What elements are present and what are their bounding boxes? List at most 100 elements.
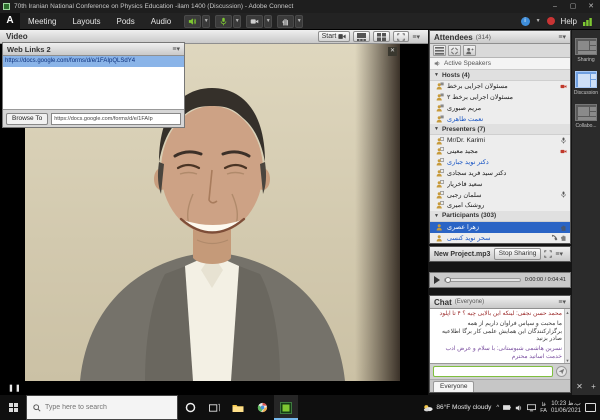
- speaker-button[interactable]: [184, 15, 201, 28]
- chat-input[interactable]: [433, 366, 553, 377]
- raise-hand-caret[interactable]: ▼: [295, 15, 303, 28]
- tab-everyone[interactable]: Everyone: [433, 381, 474, 392]
- taskbar-app-opera[interactable]: [178, 395, 202, 420]
- attendee-row[interactable]: Mr/Dr. Karimi: [430, 135, 570, 146]
- chat-pod-menu[interactable]: ≡▾: [558, 298, 570, 306]
- player-time: 0:00:00 / 0:04:41: [525, 277, 566, 283]
- taskbar-app-chrome[interactable]: [250, 395, 274, 420]
- breakout-view-button[interactable]: [448, 45, 461, 56]
- taskbar-app-connect[interactable]: [274, 395, 298, 420]
- minimize-button[interactable]: –: [546, 0, 564, 13]
- grid-view-button[interactable]: [373, 31, 390, 42]
- attendee-row[interactable]: دکتر نوید جباری: [430, 157, 570, 168]
- taskbar-weather[interactable]: 86°F Mostly cloudy: [423, 404, 491, 412]
- attendee-row[interactable]: مجید معینی: [430, 146, 570, 157]
- attendee-status-button[interactable]: [463, 45, 476, 56]
- weblinks-pod-menu[interactable]: ≡▾: [172, 45, 184, 53]
- video-pause-icon[interactable]: ❚❚: [8, 384, 22, 392]
- layout-item-sharing[interactable]: Sharing: [572, 38, 600, 63]
- chat-scope: (Everyone): [455, 299, 484, 305]
- attendee-group-header[interactable]: ▼Presenters (7): [430, 124, 570, 135]
- system-tray: ^ فا FA 10:23 ب.ظ 01/06/2021: [496, 401, 596, 415]
- video-pod-menu[interactable]: ≡▾: [412, 33, 424, 41]
- attendee-row[interactable]: نعمت طاهری: [430, 113, 570, 124]
- layout-item-collabo[interactable]: Collabo...: [572, 104, 600, 129]
- menu-layouts[interactable]: Layouts: [64, 17, 108, 26]
- network-display-icon[interactable]: [527, 404, 536, 412]
- taskbar-app-explorer[interactable]: [226, 395, 250, 420]
- menu-pods[interactable]: Pods: [109, 17, 143, 26]
- chat-message: ما محبت و سپاس فراوان داریم از همه برگزا…: [433, 321, 562, 344]
- volume-icon[interactable]: [515, 404, 523, 412]
- microphone-caret[interactable]: ▼: [233, 15, 241, 28]
- tray-expand-icon[interactable]: ^: [496, 405, 499, 411]
- close-button[interactable]: ✕: [582, 0, 600, 13]
- start-button[interactable]: [0, 395, 26, 420]
- taskbar-clock[interactable]: 10:23 ب.ظ 01/06/2021: [551, 401, 581, 415]
- layout-close-icon[interactable]: ✕: [576, 382, 583, 391]
- attendee-role-icon: [436, 158, 444, 166]
- maximize-button[interactable]: ▢: [564, 0, 582, 13]
- webcam-button[interactable]: [246, 15, 263, 28]
- language-top: فا: [540, 402, 547, 408]
- attendee-row[interactable]: زهرا عصری: [430, 222, 570, 233]
- attendee-group-header[interactable]: ▼Participants (303): [430, 211, 570, 222]
- connect-app-icon: [280, 402, 292, 414]
- attendees-pod-menu[interactable]: ≡▾: [558, 33, 570, 41]
- play-button[interactable]: [434, 276, 440, 284]
- attendee-row[interactable]: دکتر سید فرید سجادی: [430, 168, 570, 179]
- layout-thumbnail[interactable]: [575, 104, 597, 121]
- chat-scrollbar[interactable]: ▲▼: [564, 309, 570, 364]
- layout-thumbnail[interactable]: [575, 38, 597, 55]
- fullscreen-button[interactable]: [393, 31, 409, 42]
- attendee-row[interactable]: مسئولان اجرایی برخط ۲: [430, 92, 570, 103]
- seek-thumb[interactable]: [445, 277, 451, 283]
- status-caret-icon[interactable]: ▼: [536, 18, 541, 24]
- attendee-row[interactable]: سحر نوید کنسی: [430, 233, 570, 244]
- speaker-caret[interactable]: ▼: [202, 15, 210, 28]
- url-field[interactable]: https://docs.google.com/forms/d/e/1FAIp: [51, 113, 181, 125]
- layout-item-discussion[interactable]: Discussion: [572, 71, 600, 96]
- share-fullscreen-icon[interactable]: [544, 250, 552, 258]
- search-input[interactable]: [45, 404, 165, 411]
- active-speakers-row[interactable]: Active Speakers: [430, 58, 570, 70]
- attendee-name: سلمان رجبی: [447, 191, 557, 199]
- seek-bar[interactable]: [444, 278, 521, 282]
- share-pod-header: New Project.mp3 Stop Sharing ≡▾: [429, 246, 571, 262]
- help-menu[interactable]: Help: [561, 17, 577, 26]
- attendee-row[interactable]: روشنک امیری: [430, 200, 570, 211]
- raise-hand-button[interactable]: [277, 15, 294, 28]
- connection-strength-icon[interactable]: [583, 16, 594, 26]
- action-center-icon[interactable]: [585, 403, 596, 412]
- video-close-icon[interactable]: ✕: [388, 47, 397, 56]
- layout-thumbnail[interactable]: [575, 71, 597, 88]
- scroll-down-icon[interactable]: ▼: [566, 357, 570, 365]
- browse-to-button[interactable]: Browse To: [6, 113, 48, 125]
- attendee-row[interactable]: مسئولان اجرایی برخط: [430, 81, 570, 92]
- active-speaker-icon: [434, 60, 441, 67]
- layout-add-icon[interactable]: +: [591, 382, 596, 391]
- menu-meeting[interactable]: Meeting: [20, 17, 64, 26]
- status-icon[interactable]: i: [521, 17, 530, 26]
- chat-send-button[interactable]: [556, 366, 567, 377]
- share-pod-menu[interactable]: ≡▾: [555, 250, 567, 258]
- attendee-row[interactable]: مریم صبوری: [430, 103, 570, 114]
- start-webcam-button[interactable]: Start: [318, 31, 351, 42]
- webcam-caret[interactable]: ▼: [264, 15, 272, 28]
- microphone-button[interactable]: [215, 15, 232, 28]
- scroll-up-icon[interactable]: ▲: [566, 309, 570, 317]
- battery-icon[interactable]: [503, 404, 511, 411]
- weblink-item[interactable]: https://docs.google.com/forms/d/e/1FAIpQ…: [3, 56, 184, 67]
- attendee-row[interactable]: سعید فاخریار: [430, 178, 570, 189]
- menu-audio[interactable]: Audio: [143, 17, 179, 26]
- taskbar-app-taskview[interactable]: [202, 395, 226, 420]
- taskbar-search[interactable]: [26, 395, 178, 420]
- attendee-role-icon: [436, 234, 444, 242]
- filmstrip-view-button[interactable]: [353, 31, 370, 42]
- attendee-view-button[interactable]: [433, 45, 446, 56]
- attendee-group-header[interactable]: ▼Hosts (4): [430, 70, 570, 81]
- language-indicator[interactable]: فا FA: [540, 402, 547, 414]
- language-bottom: FA: [540, 408, 547, 414]
- attendee-row[interactable]: سلمان رجبی: [430, 189, 570, 200]
- stop-sharing-button[interactable]: Stop Sharing: [494, 248, 542, 260]
